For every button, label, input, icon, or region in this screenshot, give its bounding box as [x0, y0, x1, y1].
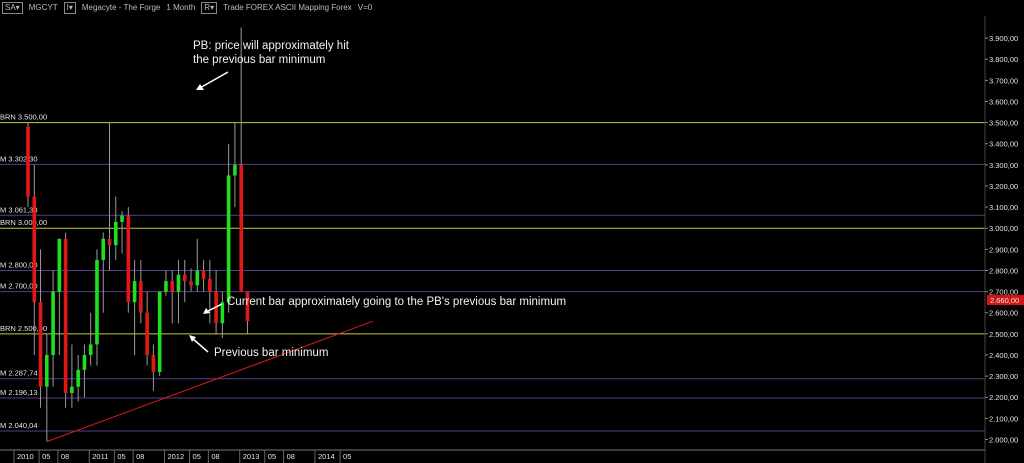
candle-body — [57, 238, 62, 292]
y-tick-label: 2.600,00 — [989, 309, 1018, 318]
candle-body — [239, 164, 243, 292]
x-tick-label: 05 — [343, 452, 351, 461]
x-tick-label: 08 — [287, 452, 295, 461]
x-tick-label: 2011 — [92, 452, 108, 461]
y-axis: 2.000,00 2.100,00 2.200,00 2.300,00 2.400,00… — [985, 34, 1018, 444]
candle-body — [82, 354, 87, 370]
y-tick-label: 2.300,00 — [989, 372, 1018, 381]
x-tick-label: 2012 — [167, 452, 184, 461]
arrow-previous-min — [191, 337, 209, 353]
annotation-previous-min: Previous bar minimum — [214, 347, 328, 359]
candle-body — [201, 270, 206, 279]
y-tick-label: 2.500,00 — [989, 330, 1018, 339]
x-tick-label: 05 — [268, 452, 276, 461]
y-tick-label: 3.400,00 — [989, 140, 1018, 149]
candle-body — [226, 175, 231, 303]
candle-body — [176, 274, 181, 292]
candle-body — [51, 291, 55, 355]
candle-body — [76, 369, 80, 387]
y-tick-label: 2.200,00 — [989, 393, 1018, 402]
level-label: M 3.302,30 — [0, 154, 38, 163]
y-tick-label: 2.900,00 — [989, 245, 1018, 254]
y-tick-label: 3.000,00 — [989, 224, 1018, 233]
levels-layer: BRN 3.500,00 M 3.302,30 M 3.061,38 BRN 3.00… — [0, 113, 985, 432]
y-tick-label: 2.100,00 — [989, 414, 1018, 423]
x-tick-label: 2014 — [318, 452, 335, 461]
level-label: M 2.800,00 — [0, 260, 38, 269]
y-tick-label: 3.200,00 — [989, 182, 1018, 191]
candle-body — [145, 312, 149, 355]
candle-body — [26, 126, 30, 197]
annotation-current-bar: Current bar approximately going to the P… — [227, 296, 566, 308]
x-axis: 2010 05 08 2011 05 08 2012 05 08 2013 05 08 2014 05 — [13, 450, 351, 463]
arrow-current-bar — [205, 303, 223, 313]
y-tick-label: 2.400,00 — [989, 351, 1018, 360]
y-tick-label: 3.300,00 — [989, 161, 1018, 170]
x-tick-label: 2010 — [17, 452, 34, 461]
candle-body — [63, 238, 68, 394]
annotations-layer: PB: price will approximately hit the pre… — [189, 40, 566, 359]
candle-body — [151, 354, 156, 372]
candle-body — [95, 259, 99, 345]
candle-body — [157, 291, 162, 372]
price-tag-label: 2.660,00 — [990, 296, 1019, 305]
candle-body — [182, 274, 187, 282]
x-tick-label: 08 — [61, 452, 69, 461]
y-tick-label: 3.900,00 — [989, 34, 1018, 43]
candle-body — [195, 270, 200, 286]
candle-body — [164, 281, 168, 292]
y-tick-label: 3.800,00 — [989, 55, 1018, 64]
candle-body — [70, 386, 74, 394]
candle-body — [170, 281, 175, 292]
candle-body — [88, 344, 93, 355]
x-tick-label: 05 — [117, 452, 125, 461]
candle-body — [107, 238, 112, 246]
level-label: M 2.040,04 — [0, 421, 38, 430]
x-tick-label: 2013 — [243, 452, 260, 461]
annotation-pb-line-2: the previous bar minimum — [193, 54, 325, 66]
candle-body — [132, 281, 137, 303]
x-tick-label: 05 — [42, 452, 50, 461]
candle-body — [32, 196, 37, 303]
y-tick-label: 3.100,00 — [989, 203, 1018, 212]
candle-body — [45, 354, 49, 387]
y-tick-label: 2.000,00 — [989, 435, 1018, 444]
current-price-tag: 2.660,00 — [987, 295, 1024, 306]
candle-body — [38, 302, 43, 387]
y-tick-label: 2.800,00 — [989, 266, 1018, 275]
level-label: BRN 3.000,00 — [0, 218, 47, 227]
level-label: BRN 3.500,00 — [0, 113, 47, 122]
y-tick-label: 3.700,00 — [989, 76, 1018, 85]
x-tick-label: 05 — [193, 452, 201, 461]
candle-body — [189, 281, 193, 286]
level-label: M 2.700,00 — [0, 282, 38, 291]
x-tick-label: 08 — [136, 452, 144, 461]
level-label: M 2.287,74 — [0, 369, 38, 378]
x-tick-label: 08 — [211, 452, 219, 461]
level-label: M 3.061,38 — [0, 205, 38, 214]
candle-body — [126, 215, 131, 303]
candle-body — [113, 221, 118, 246]
candle-body — [208, 278, 212, 292]
candle-body — [220, 302, 225, 324]
candle-body — [233, 164, 237, 176]
candle-body — [139, 281, 143, 313]
candle-body — [101, 238, 106, 260]
y-tick-label: 3.500,00 — [989, 119, 1018, 128]
y-tick-label: 3.600,00 — [989, 97, 1018, 106]
annotation-pb-line-1: PB: price will approximately hit — [193, 40, 350, 52]
candlestick-chart[interactable]: BRN 3.500,00 M 3.302,30 M 3.061,38 BRN 3.00… — [0, 0, 1024, 463]
candle-body — [120, 215, 124, 222]
arrow-pb — [197, 71, 229, 90]
level-label: M 2.196,13 — [0, 388, 38, 397]
